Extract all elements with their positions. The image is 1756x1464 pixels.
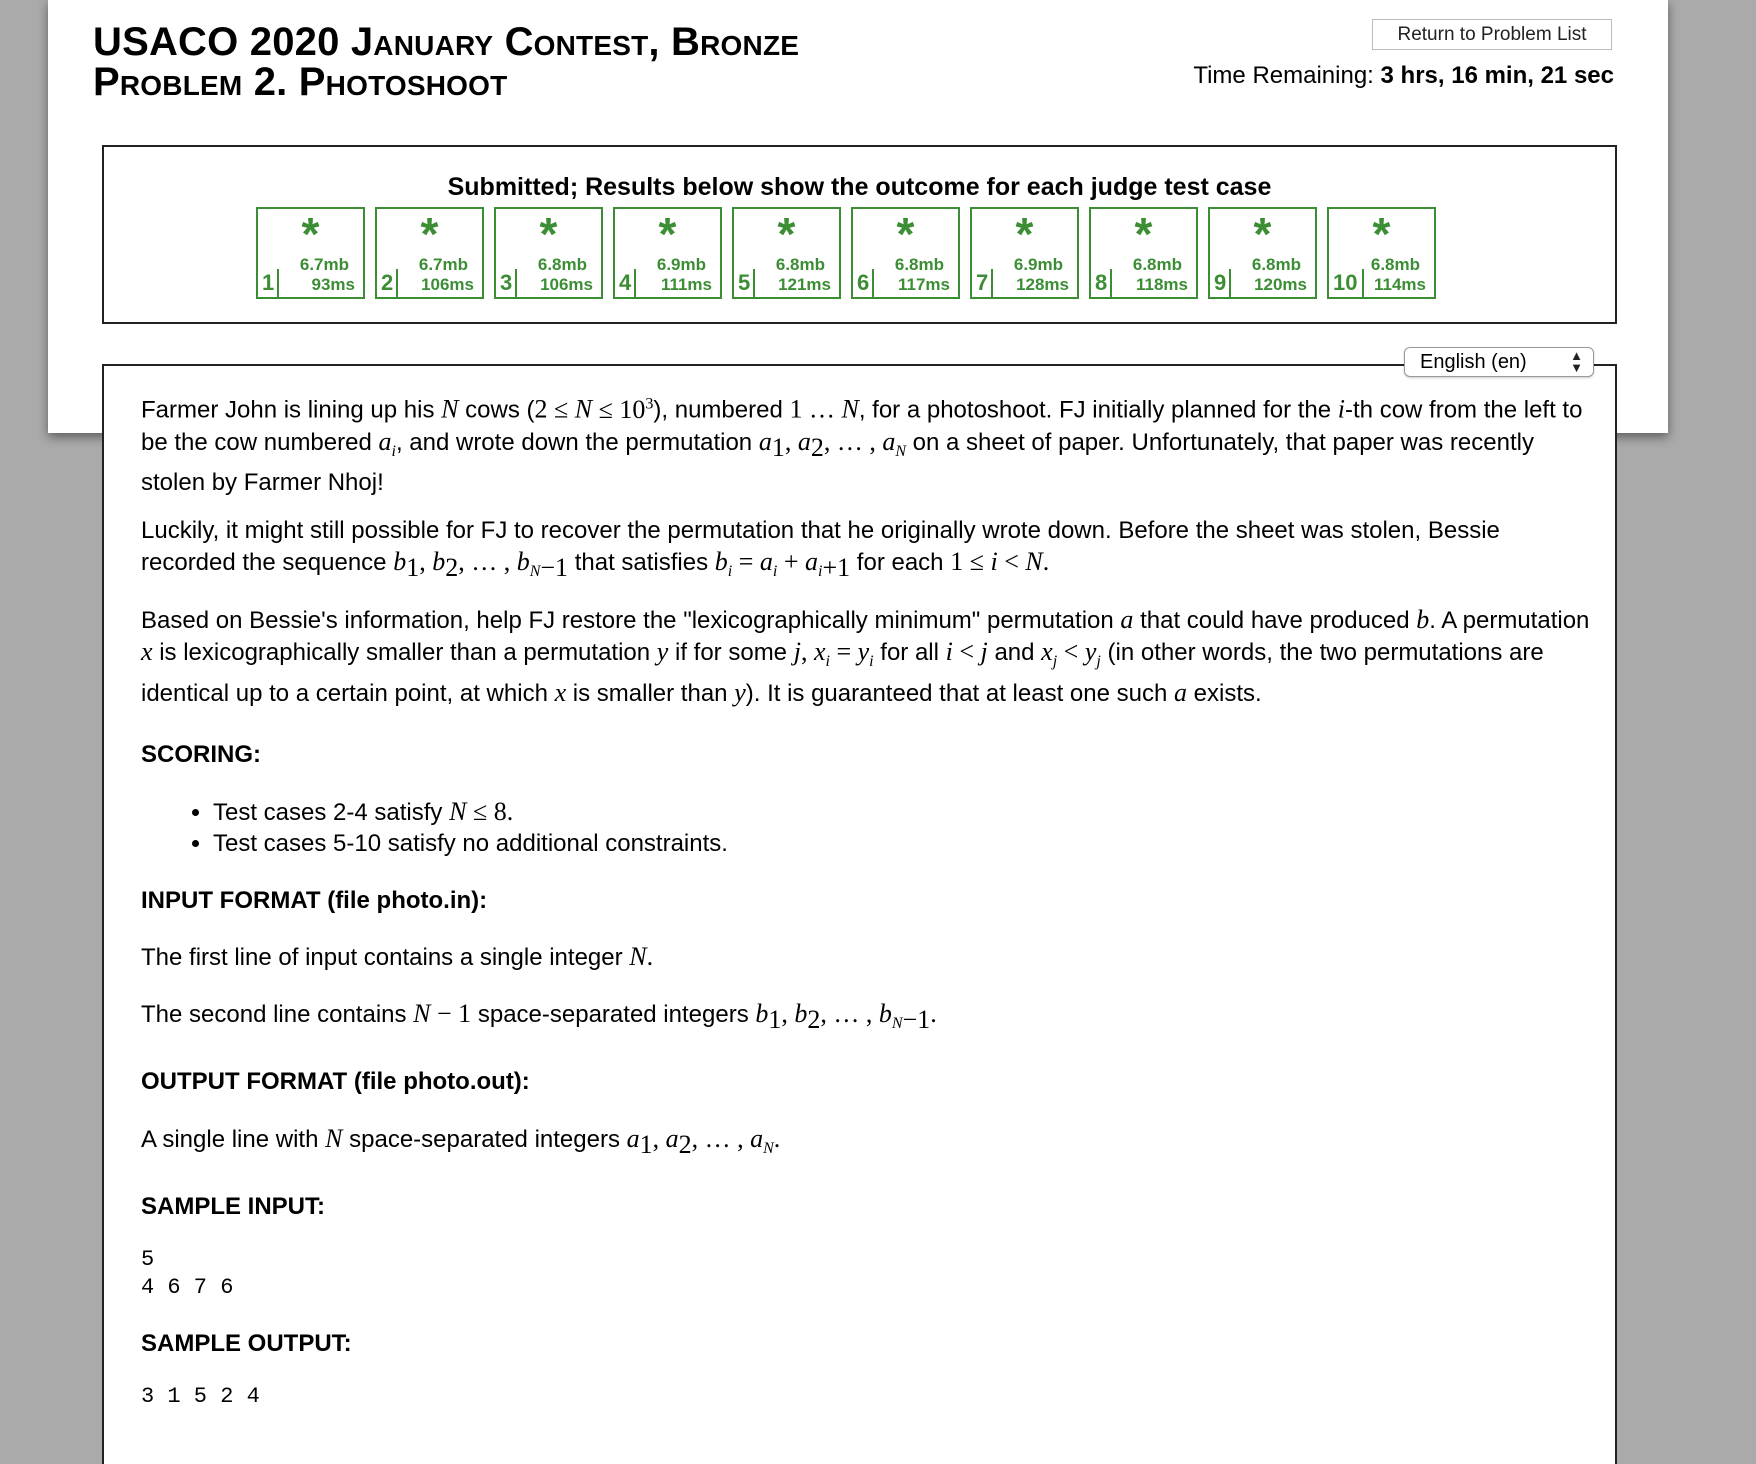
test-case-number: 7 (976, 270, 989, 295)
test-case-pass-mark: * (1134, 208, 1153, 260)
select-arrows-icon: ▲ ▼ (1570, 348, 1583, 375)
results-title: Submitted; Results below show the outcom… (447, 173, 1272, 201)
sample-input-heading: SAMPLE INPUT: (141, 1192, 326, 1220)
statement-paragraph-3: Based on Bessie's information, help FJ r… (141, 605, 1590, 708)
input-format-line-1: The first line of input contains a singl… (141, 942, 654, 972)
test-case-time: 111ms (660, 275, 712, 294)
test-case-pass-mark: * (1372, 208, 1391, 260)
test-case-divider (1362, 269, 1364, 297)
test-case-memory: 6.8mb (1370, 255, 1420, 274)
test-case-memory: 6.8mb (1251, 255, 1301, 274)
test-case-divider (991, 269, 993, 297)
test-case-number: 6 (857, 270, 870, 295)
results-box: Submitted; Results below show the outcom… (102, 145, 1617, 324)
output-format-line: A single line with N space-separated int… (141, 1124, 781, 1160)
test-case-time: 120ms (1254, 275, 1307, 294)
time-remaining-label: Time Remaining: (1193, 62, 1374, 89)
test-case-number: 2 (381, 270, 394, 295)
test-case-memory: 6.7mb (418, 255, 468, 274)
test-case-pass-mark: * (1253, 208, 1272, 260)
test-case-pass-mark: * (420, 208, 439, 260)
input-format-line-2: The second line contains N − 1 space-sep… (141, 999, 937, 1035)
test-case-10: * 10 6.8mb 114ms (1327, 207, 1436, 299)
scoring-item: Test cases 2-4 satisfy N ≤ 8. (213, 796, 1591, 828)
test-case-divider (277, 269, 279, 297)
test-case-5: * 5 6.8mb 121ms (732, 207, 841, 299)
sample-output-heading: SAMPLE OUTPUT: (141, 1329, 352, 1357)
test-case-divider (396, 269, 398, 297)
test-case-number: 5 (738, 270, 751, 295)
test-case-time: 118ms (1136, 275, 1188, 294)
test-case-number: 3 (500, 270, 513, 295)
test-case-memory: 6.9mb (1013, 255, 1063, 274)
test-case-memory: 6.9mb (656, 255, 706, 274)
problem-statement: Farmer John is lining up his N cows (2 ≤… (102, 364, 1617, 1464)
test-case-6: * 6 6.8mb 117ms (851, 207, 960, 299)
test-case-pass-mark: * (658, 208, 677, 260)
sample-input-block: 5 4 6 7 6 (141, 1246, 234, 1300)
test-case-9: * 9 6.8mb 120ms (1208, 207, 1317, 299)
test-case-number: 4 (619, 270, 632, 295)
test-case-3: * 3 6.8mb 106ms (494, 207, 603, 299)
test-case-memory: 6.8mb (537, 255, 587, 274)
output-format-heading: OUTPUT FORMAT (file photo.out): (141, 1068, 530, 1096)
return-to-problem-list-button[interactable]: Return to Problem List (1372, 19, 1612, 50)
test-case-divider (753, 269, 755, 297)
test-case-number: 9 (1214, 270, 1227, 295)
test-case-time: 128ms (1016, 275, 1069, 294)
test-case-time: 93ms (311, 275, 355, 294)
test-case-pass-mark: * (1015, 208, 1034, 260)
test-case-divider (515, 269, 517, 297)
test-case-1: * 1 6.7mb 93ms (256, 207, 365, 299)
test-case-number: 1 (262, 270, 275, 295)
test-case-number: 8 (1095, 270, 1108, 295)
language-select[interactable]: English (en) ▲ ▼ (1404, 347, 1594, 377)
test-case-7: * 7 6.9mb 128ms (970, 207, 1079, 299)
test-case-pass-mark: * (896, 208, 915, 260)
input-format-heading: INPUT FORMAT (file photo.in): (141, 887, 488, 915)
scoring-heading: SCORING: (141, 741, 261, 769)
test-case-time: 106ms (421, 275, 474, 294)
statement-paragraph-1: Farmer John is lining up his N cows (2 ≤… (141, 394, 1583, 496)
test-case-time: 106ms (540, 275, 593, 294)
test-case-time: 117ms (898, 275, 950, 294)
problem-title: Problem 2. Photoshoot (93, 60, 508, 104)
sample-output-block: 3 1 5 2 4 (141, 1383, 260, 1409)
test-case-memory: 6.8mb (894, 255, 944, 274)
time-remaining-value: 3 hrs, 16 min, 21 sec (1380, 62, 1614, 89)
test-case-divider (634, 269, 636, 297)
test-case-divider (1229, 269, 1231, 297)
test-case-2: * 2 6.7mb 106ms (375, 207, 484, 299)
time-remaining: Time Remaining: 3 hrs, 16 min, 21 sec (1193, 62, 1614, 90)
test-case-number: 10 (1333, 270, 1358, 295)
language-select-value: English (en) (1420, 351, 1527, 373)
page-title: USACO 2020 January Contest, Bronze Probl… (93, 22, 799, 102)
statement-paragraph-2: Luckily, it might still possible for FJ … (141, 516, 1500, 582)
test-case-pass-mark: * (777, 208, 796, 260)
test-case-4: * 4 6.9mb 111ms (613, 207, 722, 299)
contest-title: USACO 2020 January Contest, Bronze (93, 20, 800, 64)
test-case-divider (872, 269, 874, 297)
scoring-list: Test cases 2-4 satisfy N ≤ 8. Test cases… (141, 796, 1591, 859)
scoring-item: Test cases 5-10 satisfy no additional co… (213, 828, 1591, 859)
test-case-time: 114ms (1374, 275, 1426, 294)
test-case-pass-mark: * (301, 208, 320, 260)
test-case-pass-mark: * (539, 208, 558, 260)
test-case-time: 121ms (778, 275, 831, 294)
test-case-divider (1110, 269, 1112, 297)
test-case-8: * 8 6.8mb 118ms (1089, 207, 1198, 299)
test-case-list: * 1 6.7mb 93ms * 2 6.7mb 106ms * 3 6.8mb 106ms * 4 6.9… (256, 207, 1436, 299)
test-case-memory: 6.8mb (1132, 255, 1182, 274)
test-case-memory: 6.7mb (299, 255, 349, 274)
test-case-memory: 6.8mb (775, 255, 825, 274)
